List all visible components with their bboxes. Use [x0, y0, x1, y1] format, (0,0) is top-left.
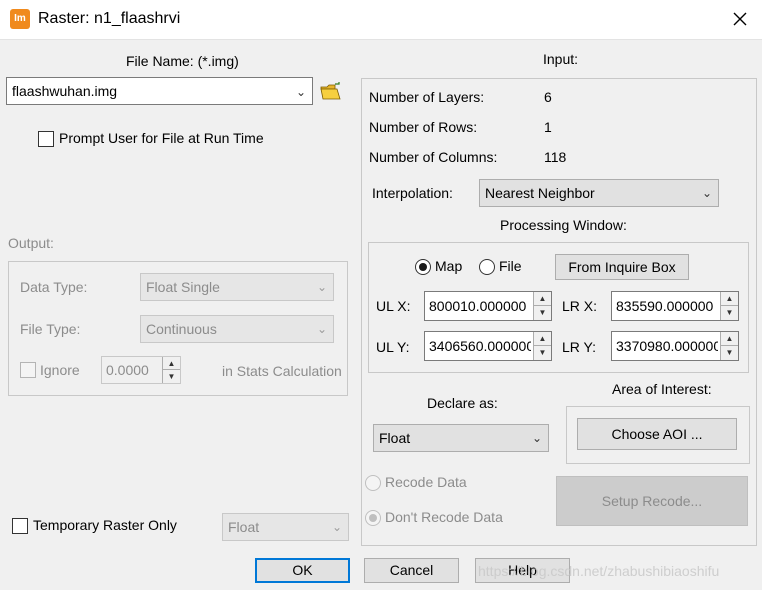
ok-button[interactable]: OK: [255, 558, 350, 583]
file-radio[interactable]: [479, 259, 495, 275]
setup-recode-button[interactable]: Setup Recode...: [556, 476, 748, 526]
dont-recode-data-radio[interactable]: [365, 510, 381, 526]
layers-value: 6: [544, 89, 552, 105]
data-type-combo[interactable]: Float Single ⌄: [140, 273, 334, 301]
file-name-combo[interactable]: flaashwuhan.img ⌄: [6, 77, 313, 105]
output-label: Output:: [8, 235, 54, 251]
file-name-label: File Name: (*.img): [126, 53, 239, 69]
chevron-down-icon: ⌄: [331, 520, 342, 534]
ignore-checkbox[interactable]: [20, 362, 36, 378]
title-bar: Im Raster: n1_flaashrvi: [0, 0, 762, 40]
spin-up-icon[interactable]: ▲: [534, 332, 551, 346]
temporary-type-combo[interactable]: Float ⌄: [222, 513, 349, 541]
from-inquire-box-button[interactable]: From Inquire Box: [555, 254, 689, 280]
columns-value: 118: [544, 149, 567, 165]
lrx-spinner[interactable]: 835590.000000 ▲ ▼: [611, 291, 739, 321]
lrx-label: LR X:: [562, 298, 598, 314]
spin-down-icon[interactable]: ▼: [721, 306, 738, 320]
interpolation-label: Interpolation:: [372, 185, 453, 201]
file-type-label: File Type:: [20, 321, 81, 337]
map-label: Map: [435, 258, 463, 274]
spin-up-icon[interactable]: ▲: [721, 292, 738, 306]
chevron-down-icon: ⌄: [316, 322, 327, 336]
area-of-interest-label: Area of Interest:: [612, 381, 712, 397]
chevron-down-icon: ⌄: [295, 85, 306, 99]
file-type-value: Continuous: [146, 321, 217, 337]
ulx-spinner[interactable]: 800010.000000 ▲ ▼: [424, 291, 552, 321]
close-icon[interactable]: [729, 8, 751, 30]
spin-down-icon[interactable]: ▼: [534, 346, 551, 360]
layers-label: Number of Layers:: [369, 89, 485, 105]
prompt-user-checkbox[interactable]: [38, 131, 54, 147]
spin-down-icon[interactable]: ▼: [534, 306, 551, 320]
spin-up-icon[interactable]: ▲: [534, 292, 551, 306]
file-label: File: [499, 258, 522, 274]
chevron-down-icon: ⌄: [531, 431, 542, 445]
chevron-down-icon: ⌄: [316, 280, 327, 294]
app-icon: Im: [10, 9, 30, 29]
lrx-value: 835590.000000: [616, 298, 714, 314]
rows-label: Number of Rows:: [369, 119, 478, 135]
choose-aoi-button[interactable]: Choose AOI ...: [577, 418, 737, 450]
watermark-text: https://blog.csdn.net/zhabushibiaoshifu: [478, 563, 720, 579]
ignore-value: 0.0000: [106, 362, 149, 378]
interpolation-combo[interactable]: Nearest Neighbor ⌄: [479, 179, 719, 207]
processing-window-label: Processing Window:: [500, 217, 627, 233]
ignore-value-spinner[interactable]: 0.0000 ▲ ▼: [101, 356, 181, 384]
ulx-label: UL X:: [376, 298, 411, 314]
declare-as-value: Float: [379, 430, 411, 446]
declare-as-label: Declare as:: [427, 395, 498, 411]
uly-spinner[interactable]: 3406560.000000 ▲ ▼: [424, 331, 552, 361]
rows-value: 1: [544, 119, 552, 135]
data-type-value: Float Single: [146, 279, 220, 295]
spin-up-icon[interactable]: ▲: [721, 332, 738, 346]
lry-label: LR Y:: [562, 339, 596, 355]
ignore-label: Ignore: [40, 362, 80, 378]
uly-label: UL Y:: [376, 339, 410, 355]
spin-up-icon[interactable]: ▲: [163, 357, 180, 370]
recode-data-label: Recode Data: [385, 474, 467, 490]
recode-data-radio[interactable]: [365, 475, 381, 491]
ulx-value: 800010.000000: [429, 298, 527, 314]
interpolation-value: Nearest Neighbor: [485, 185, 595, 201]
window-title: Raster: n1_flaashrvi: [38, 10, 181, 27]
map-radio[interactable]: [415, 259, 431, 275]
data-type-label: Data Type:: [20, 279, 88, 295]
cancel-button[interactable]: Cancel: [364, 558, 459, 583]
spin-down-icon[interactable]: ▼: [163, 370, 180, 383]
lry-value: 3370980.000000: [616, 338, 718, 354]
stats-calculation-label: in Stats Calculation: [222, 363, 342, 379]
file-type-combo[interactable]: Continuous ⌄: [140, 315, 334, 343]
file-name-value: flaashwuhan.img: [12, 83, 118, 99]
input-label: Input:: [543, 51, 579, 67]
chevron-down-icon: ⌄: [701, 186, 712, 200]
open-folder-icon[interactable]: [320, 82, 342, 102]
temporary-raster-checkbox[interactable]: [12, 518, 28, 534]
declare-as-combo[interactable]: Float ⌄: [373, 424, 549, 452]
dont-recode-data-label: Don't Recode Data: [385, 509, 503, 525]
columns-label: Number of Columns:: [369, 149, 498, 165]
temporary-raster-label: Temporary Raster Only: [33, 517, 177, 533]
spin-down-icon[interactable]: ▼: [721, 346, 738, 360]
temporary-type-value: Float: [228, 519, 260, 535]
lry-spinner[interactable]: 3370980.000000 ▲ ▼: [611, 331, 739, 361]
uly-value: 3406560.000000: [429, 338, 531, 354]
prompt-user-label: Prompt User for File at Run Time: [59, 130, 264, 146]
